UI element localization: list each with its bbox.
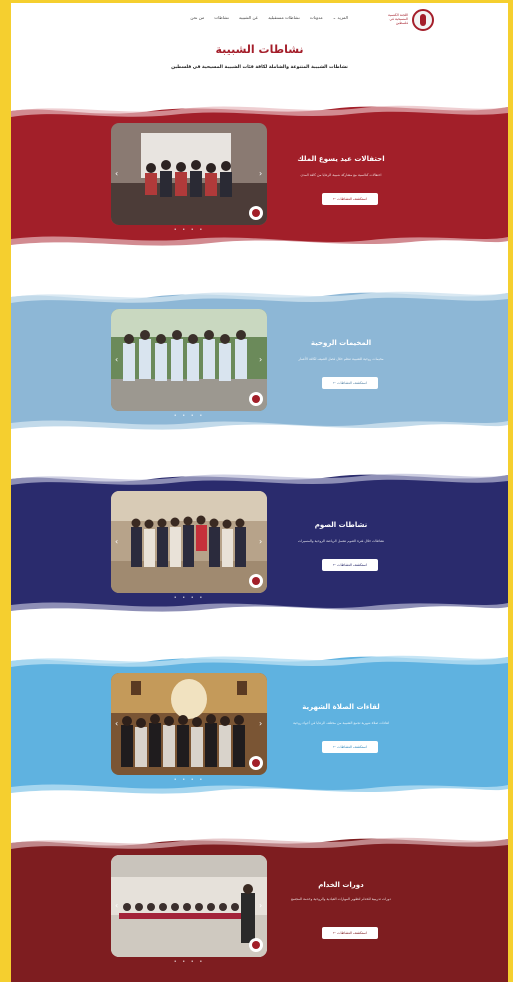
section-description: لقاءات صلاة شهرية تجمع الشبيبة من مختلف … <box>293 721 389 725</box>
section-title: نشاطات الصوم <box>314 521 368 529</box>
logo-text: اللجنة الكنسية المسيحية في فلسطين <box>388 13 408 25</box>
carousel-dots[interactable]: • • • • <box>111 959 267 965</box>
site-logo[interactable] <box>412 9 434 31</box>
explore-button[interactable]: استكشف النشاطات ← <box>322 559 378 571</box>
section-monthly-prayer: ‹ › • • • • لقاءات الصلاة الشهرية لقاءات… <box>11 649 508 803</box>
group-photo-image <box>111 491 267 593</box>
menu-item-activities[interactable]: نشاطات <box>214 15 229 20</box>
wave-divider-top <box>11 467 508 485</box>
activity-photo[interactable] <box>111 855 267 957</box>
menu-item-future[interactable]: نشاطات مستقبلية <box>268 15 300 20</box>
section-title: لقاءات الصلاة الشهرية <box>302 703 380 711</box>
activity-photo[interactable] <box>111 673 267 775</box>
carousel-prev-icon[interactable]: ‹ <box>115 355 121 365</box>
activity-photo[interactable] <box>111 123 267 225</box>
carousel-next-icon[interactable]: › <box>259 537 265 547</box>
explore-button[interactable]: استكشف النشاطات ← <box>322 927 378 939</box>
explore-button[interactable]: استكشف النشاطات ← <box>322 377 378 389</box>
group-photo-image <box>111 855 267 957</box>
section-description: دورات تدريبية للخدام لتطوير المهارات الق… <box>291 897 391 901</box>
carousel-prev-icon[interactable]: ‹ <box>115 901 121 911</box>
wave-divider-bottom <box>11 420 508 439</box>
section-description: نشاطات خلال فترة الصوم تشمل الرياضة الرو… <box>297 539 385 543</box>
carousel-next-icon[interactable]: › <box>259 719 265 729</box>
section-lent-activities: ‹ › • • • • نشاطات الصوم نشاطات خلال فتر… <box>11 467 508 621</box>
section-title: احتفالات عيد يسوع الملك <box>297 155 385 163</box>
carousel-prev-icon[interactable]: ‹ <box>115 169 121 179</box>
wave-divider-top <box>11 99 508 117</box>
wave-divider-bottom <box>11 602 508 621</box>
section-description: احتفالات كنائسية مع مشاركة شبيبة الرعايا… <box>300 173 382 177</box>
activity-photo[interactable] <box>111 309 267 411</box>
page-subtitle: نشاطات الشبيبة المتنوعة والشاملة لكافة ف… <box>171 65 348 70</box>
menu-item-about[interactable]: من نحن <box>190 15 204 20</box>
explore-button[interactable]: استكشف النشاطات ← <box>322 741 378 753</box>
page-title: نشاطات الشبيبة <box>215 43 304 56</box>
group-photo-image <box>111 309 267 411</box>
menu-item-youth[interactable]: عن الشبيبة <box>239 15 258 20</box>
carousel-prev-icon[interactable]: ‹ <box>115 719 121 729</box>
wave-divider-top <box>11 831 508 849</box>
section-spiritual-camps: ‹ › • • • • المخيمات الروحية مخيمات روحي… <box>11 285 508 439</box>
section-title: المخيمات الروحية <box>310 339 372 347</box>
section-servants-courses: ‹ › • • • • دورات الخدام دورات تدريبية ل… <box>11 831 508 982</box>
group-photo-image <box>111 673 267 775</box>
group-photo-image <box>111 123 267 225</box>
menu-item-blogs[interactable]: مدونات <box>310 15 323 20</box>
section-king-feast: ‹ › • • • • احتفالات عيد يسوع الملك احتف… <box>11 99 508 255</box>
carousel-next-icon[interactable]: › <box>259 169 265 179</box>
wave-divider-top <box>11 649 508 667</box>
carousel-prev-icon[interactable]: ‹ <box>115 537 121 547</box>
wave-divider-top <box>11 285 508 303</box>
menu-item-more[interactable]: المزيد ⌄ <box>333 15 348 20</box>
carousel-next-icon[interactable]: › <box>259 355 265 365</box>
carousel-next-icon[interactable]: › <box>259 901 265 911</box>
explore-button[interactable]: استكشف النشاطات ← <box>322 193 378 205</box>
page-frame: اللجنة الكنسية المسيحية في فلسطين من نحن… <box>11 3 508 982</box>
section-description: مخيمات روحية للشبيبة تنظم خلال فصل الصيف… <box>298 357 384 361</box>
section-title: دورات الخدام <box>318 881 364 889</box>
main-menu: من نحن نشاطات عن الشبيبة نشاطات مستقبلية… <box>190 15 348 20</box>
wave-divider-bottom <box>11 784 508 803</box>
activity-photo[interactable] <box>111 491 267 593</box>
top-navbar: اللجنة الكنسية المسيحية في فلسطين من نحن… <box>11 3 508 37</box>
wave-divider-bottom <box>11 236 508 255</box>
